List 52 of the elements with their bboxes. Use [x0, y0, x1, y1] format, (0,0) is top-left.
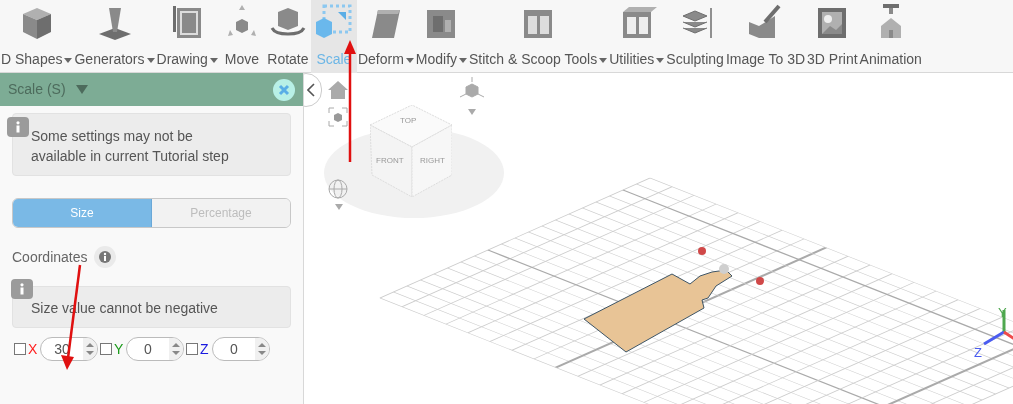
axis-label: Z	[200, 339, 210, 359]
toolbar-button[interactable]: Utilities	[608, 0, 666, 73]
marker-dot[interactable]	[698, 247, 706, 255]
globe-icon[interactable]	[328, 179, 348, 199]
toolbar-button[interactable]: Rotate	[264, 0, 311, 73]
cube-face-label: FRONT	[376, 157, 404, 165]
axis-checkbox[interactable]	[14, 343, 26, 355]
axis-label: X	[28, 339, 38, 359]
axis-gizmo-drawing	[983, 310, 1013, 346]
caret-icon[interactable]	[335, 204, 343, 210]
axis-checkbox[interactable]	[100, 343, 112, 355]
close-icon[interactable]	[273, 78, 295, 101]
info-icon	[7, 117, 29, 137]
caret-icon	[209, 58, 218, 63]
fit-view-icon[interactable]	[328, 107, 348, 127]
toolbar-button[interactable]: Modify	[414, 0, 469, 73]
info-icon	[11, 279, 33, 299]
toolbar-button[interactable]: Image To 3D	[724, 0, 807, 73]
marker-dot[interactable]	[756, 277, 764, 285]
toolbar-button[interactable]: D Shapes	[0, 0, 74, 73]
spinner-icon[interactable]	[169, 338, 183, 360]
info-icon[interactable]	[93, 246, 116, 268]
panel-title: Scale (S)	[8, 80, 66, 99]
toolbar-button[interactable]: Drawing	[155, 0, 219, 73]
caret-icon	[599, 58, 608, 63]
number-input[interactable]: 0	[212, 337, 270, 361]
axis-label: Y	[114, 339, 124, 359]
axis-checkbox[interactable]	[186, 343, 198, 355]
toolbar-button[interactable]: Generators	[73, 0, 156, 73]
chevron-left-icon	[307, 83, 315, 97]
coordinates-label: Coordinates	[12, 247, 88, 267]
toolbar-button[interactable]: Sculpting	[665, 0, 725, 73]
toolbar-button[interactable]: 3D Print	[806, 0, 859, 73]
toolbar-button[interactable]: Move	[218, 0, 265, 73]
caret-icon	[459, 58, 468, 63]
caret-icon	[146, 58, 155, 63]
caret-icon	[64, 58, 73, 63]
axis-label: Z	[974, 346, 982, 359]
caret-icon[interactable]	[468, 109, 476, 115]
home-icon[interactable]	[328, 81, 348, 99]
toolbar-button[interactable]: Animation	[858, 0, 923, 73]
number-input[interactable]: 0	[126, 337, 184, 361]
caret-icon	[405, 58, 414, 63]
spinner-icon[interactable]	[83, 338, 97, 360]
toolbar-button[interactable]: Stitch & Scoop Tools	[468, 0, 609, 73]
toolbar-button[interactable]: Deform	[356, 0, 415, 73]
caret-icon	[656, 58, 665, 63]
cube-face-label: RIGHT	[420, 157, 445, 165]
cube-face-label: TOP	[400, 117, 417, 125]
notice-text: Some settings may not be available in current Tutorial step	[31, 128, 229, 164]
dropdown-triangle-icon[interactable]	[75, 85, 88, 94]
spinner-icon[interactable]	[255, 338, 269, 360]
